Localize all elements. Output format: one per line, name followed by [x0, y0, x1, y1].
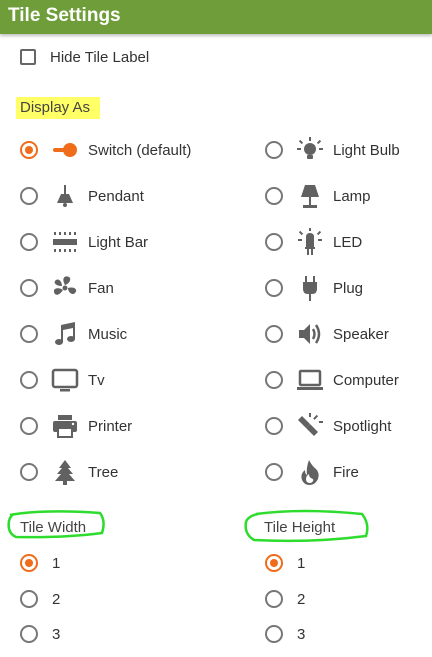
pendant-icon [50, 181, 80, 211]
radio-tv[interactable] [20, 371, 38, 389]
radio-tree[interactable] [20, 463, 38, 481]
spotlight-icon [295, 411, 325, 441]
title-bar: Tile Settings [0, 0, 432, 34]
radio-music[interactable] [20, 325, 38, 343]
speaker-icon [295, 319, 325, 349]
radio-lamp[interactable] [265, 187, 283, 205]
radio-computer[interactable] [265, 371, 283, 389]
option-label: LED [333, 233, 363, 251]
option-label: Fan [88, 279, 114, 297]
height-option-label: 3 [297, 625, 306, 643]
option-label: Tv [88, 371, 105, 389]
option-tv[interactable]: Tv [20, 366, 105, 394]
led-icon [295, 227, 325, 257]
option-fire[interactable]: Fire [265, 458, 359, 486]
option-spotlight[interactable]: Spotlight [265, 412, 391, 440]
option-switch[interactable]: Switch (default) [20, 136, 191, 164]
width-option-2[interactable]: 2 [20, 585, 60, 613]
option-plug[interactable]: Plug [265, 274, 363, 302]
height-option-label: 2 [297, 590, 306, 608]
switch-icon [50, 135, 80, 165]
music-icon [50, 319, 80, 349]
option-label: Lamp [333, 187, 371, 205]
radio-fire[interactable] [265, 463, 283, 481]
page-title: Tile Settings [8, 5, 121, 26]
plug-icon [295, 273, 325, 303]
option-label: Computer [333, 371, 399, 389]
radio-width-2[interactable] [20, 590, 38, 608]
option-tree[interactable]: Tree [20, 458, 118, 486]
option-pendant[interactable]: Pendant [20, 182, 144, 210]
radio-width-3[interactable] [20, 625, 38, 643]
option-light-bar[interactable]: Light Bar [20, 228, 148, 256]
tree-icon [50, 457, 80, 487]
option-music[interactable]: Music [20, 320, 127, 348]
option-led[interactable]: LED [265, 228, 362, 256]
radio-fan[interactable] [20, 279, 38, 297]
option-label: Pendant [88, 187, 144, 205]
option-label: Fire [333, 463, 359, 481]
radio-switch[interactable] [20, 141, 38, 159]
height-option-label: 1 [297, 554, 306, 572]
width-option-3[interactable]: 3 [20, 620, 60, 648]
hide-tile-label-checkbox-row[interactable]: Hide Tile Label [20, 47, 149, 67]
width-option-label: 3 [52, 625, 61, 643]
hide-tile-label-text: Hide Tile Label [50, 48, 150, 66]
option-light-bulb[interactable]: Light Bulb [265, 136, 400, 164]
lamp-icon [295, 181, 325, 211]
radio-plug[interactable] [265, 279, 283, 297]
height-option-2[interactable]: 2 [265, 585, 305, 613]
tile-height-heading: Tile Height [264, 519, 336, 536]
radio-speaker[interactable] [265, 325, 283, 343]
fire-icon [295, 457, 325, 487]
radio-spotlight[interactable] [265, 417, 283, 435]
tv-icon [50, 365, 80, 395]
option-computer[interactable]: Computer [265, 366, 399, 394]
option-label: Light Bar [88, 233, 149, 251]
option-label: Tree [88, 463, 119, 481]
option-label: Printer [88, 417, 133, 435]
option-label: Switch (default) [88, 141, 192, 159]
radio-light-bar[interactable] [20, 233, 38, 251]
light-bulb-icon [295, 135, 325, 165]
display-as-heading: Display As [16, 97, 101, 119]
option-lamp[interactable]: Lamp [265, 182, 371, 210]
option-label: Light Bulb [333, 141, 400, 159]
option-label: Spotlight [333, 417, 392, 435]
tile-width-heading: Tile Width [20, 519, 87, 536]
hide-tile-label-checkbox[interactable] [20, 49, 36, 65]
width-option-label: 2 [52, 590, 61, 608]
radio-height-2[interactable] [265, 590, 283, 608]
height-option-1[interactable]: 1 [265, 549, 305, 577]
radio-height-1[interactable] [265, 554, 283, 572]
radio-light-bulb[interactable] [265, 141, 283, 159]
option-label: Music [88, 325, 128, 343]
width-option-label: 1 [52, 554, 61, 572]
printer-icon [50, 411, 80, 441]
option-printer[interactable]: Printer [20, 412, 132, 440]
option-fan[interactable]: Fan [20, 274, 114, 302]
computer-icon [295, 365, 325, 395]
radio-pendant[interactable] [20, 187, 38, 205]
radio-width-1[interactable] [20, 554, 38, 572]
radio-height-3[interactable] [265, 625, 283, 643]
option-speaker[interactable]: Speaker [265, 320, 389, 348]
radio-printer[interactable] [20, 417, 38, 435]
option-label: Speaker [333, 325, 389, 343]
option-label: Plug [333, 279, 364, 297]
radio-led[interactable] [265, 233, 283, 251]
light-bar-icon [50, 227, 80, 257]
width-option-1[interactable]: 1 [20, 549, 60, 577]
fan-icon [50, 273, 80, 303]
height-option-3[interactable]: 3 [265, 620, 305, 648]
